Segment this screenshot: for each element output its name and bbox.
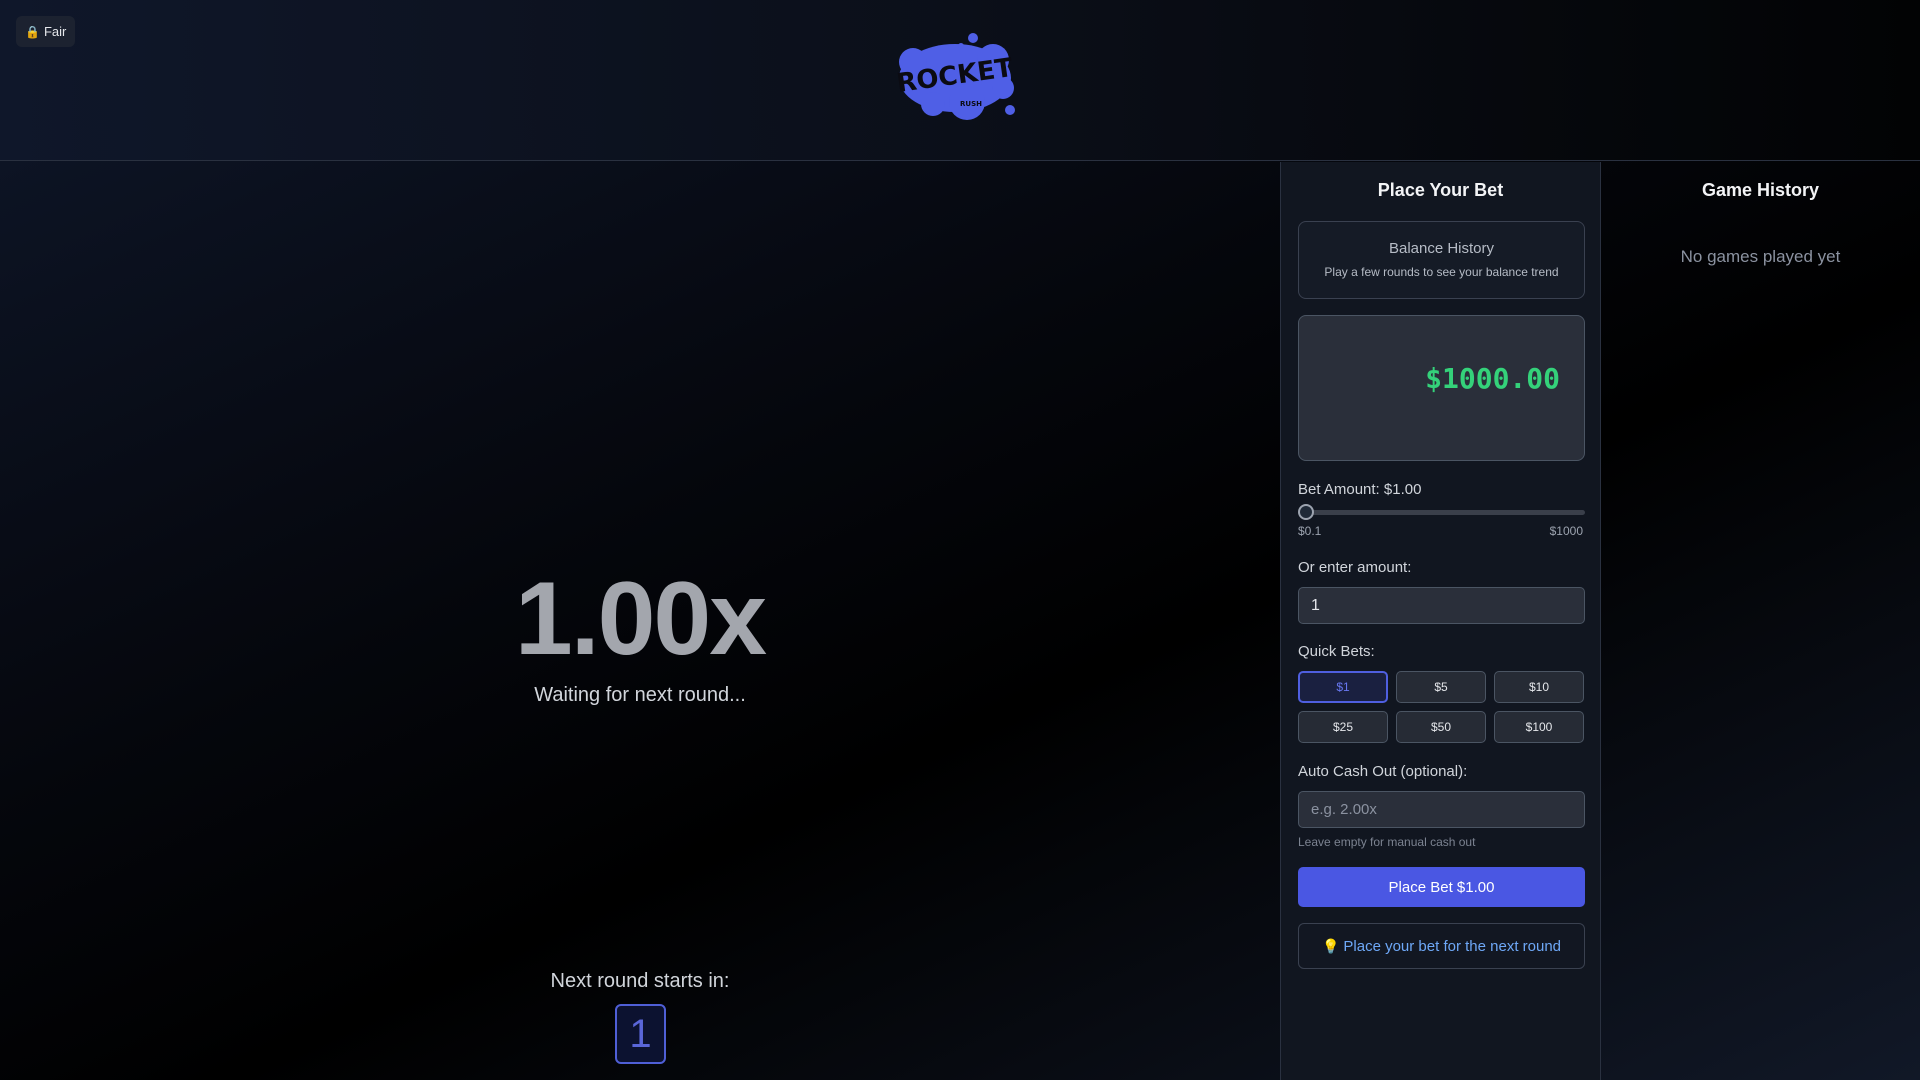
quick-bet-10[interactable]: $10 [1494, 671, 1584, 703]
quick-bet-25[interactable]: $25 [1298, 711, 1388, 743]
bet-amount-label: Bet Amount: $1.00 [1298, 481, 1422, 498]
tip-box: 💡 Place your bet for the next round [1298, 923, 1585, 969]
slider-min-label: $0.1 [1298, 524, 1322, 538]
fair-badge[interactable]: 🔒 Fair [16, 16, 76, 47]
balance-display: $1000.00 [1298, 315, 1585, 461]
auto-cashout-hint: Leave empty for manual cash out [1298, 835, 1476, 849]
rocket-logo: ROCKET RUSH [893, 32, 1023, 122]
logo-subtext: RUSH [960, 100, 982, 108]
place-bet-button[interactable]: Place Bet $1.00 [1298, 867, 1585, 907]
quick-bet-50[interactable]: $50 [1396, 711, 1486, 743]
countdown-box: 1 [615, 1004, 666, 1064]
game-history-empty: No games played yet [1680, 247, 1841, 266]
lightbulb-icon: 💡 [1321, 937, 1340, 954]
auto-cashout-input[interactable] [1298, 791, 1585, 828]
balance-value: $1000.00 [1425, 362, 1560, 395]
game-area: 1.00x Waiting for next round... Next rou… [0, 162, 1280, 1080]
balance-history-title: Balance History [1388, 240, 1495, 257]
balance-history-subtitle: Play a few rounds to see your balance tr… [1324, 265, 1559, 279]
game-history-title: Game History [1701, 180, 1820, 200]
tip-text: Place your bet for the next round [1343, 937, 1562, 955]
next-round-label: Next round starts in: [550, 970, 730, 992]
quick-bets-grid: $1 $5 $10 $25 $50 $100 [1298, 671, 1585, 743]
header: 🔒 Fair ROCKET RUSH [0, 0, 1920, 161]
auto-cashout-label: Auto Cash Out (optional): [1298, 763, 1468, 780]
slider-max-label: $1000 [1549, 524, 1583, 538]
quick-bet-1[interactable]: $1 [1298, 671, 1388, 703]
multiplier-display: 1.00x [514, 561, 767, 677]
quick-bet-100[interactable]: $100 [1494, 711, 1584, 743]
bet-amount-input[interactable] [1298, 587, 1585, 624]
bet-panel: Place Your Bet Balance History Play a fe… [1280, 162, 1601, 1080]
game-history-panel: Game History No games played yet [1601, 162, 1920, 1080]
fair-badge-label: Fair [43, 24, 67, 39]
quick-bet-5[interactable]: $5 [1396, 671, 1486, 703]
bet-panel-title: Place Your Bet [1377, 180, 1504, 200]
bet-slider-track[interactable] [1298, 510, 1585, 515]
round-status: Waiting for next round... [534, 684, 746, 706]
bet-slider-thumb[interactable] [1298, 504, 1314, 520]
lock-icon: 🔒 [25, 24, 40, 39]
enter-amount-label: Or enter amount: [1298, 559, 1412, 576]
balance-history-card: Balance History Play a few rounds to see… [1298, 221, 1585, 299]
quick-bets-label: Quick Bets: [1298, 643, 1375, 660]
